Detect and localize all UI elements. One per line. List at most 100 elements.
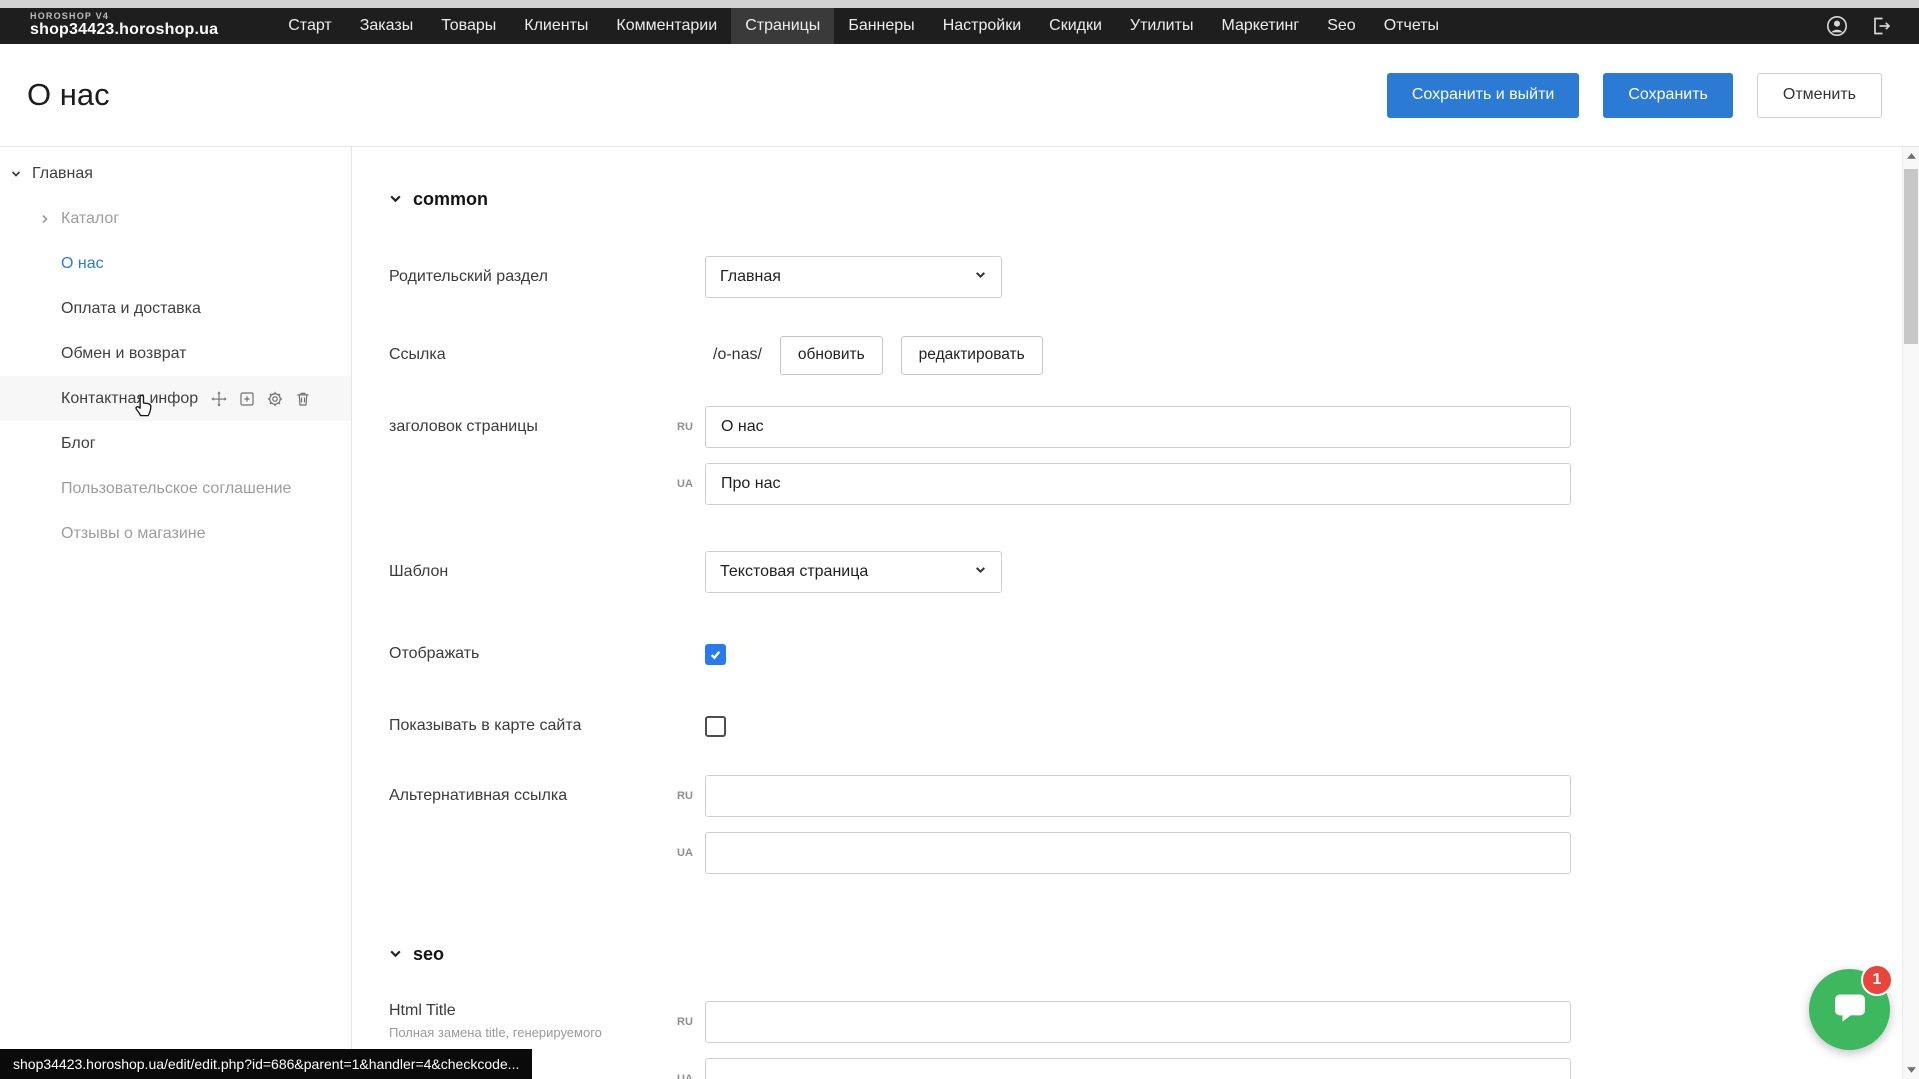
- link-label: Ссылка: [389, 346, 671, 364]
- lang-ru-badge: RU: [671, 1016, 705, 1028]
- chevron-down-icon: [974, 563, 987, 581]
- settings-icon[interactable]: [266, 390, 284, 408]
- lang-ua-badge: UA: [671, 478, 705, 490]
- link-path-value: /o-nas/: [713, 346, 762, 364]
- tree-item-actions: [210, 390, 312, 408]
- nav-item-pages[interactable]: Страницы: [731, 8, 834, 44]
- nav-item-orders[interactable]: Заказы: [346, 8, 427, 44]
- chat-widget-button[interactable]: 1: [1809, 969, 1890, 1050]
- page-title-ua-input[interactable]: [705, 463, 1571, 505]
- save-button[interactable]: Сохранить: [1603, 73, 1733, 118]
- move-icon[interactable]: [210, 390, 228, 408]
- nav-item-seo[interactable]: Seo: [1313, 8, 1369, 44]
- lang-ru-badge: RU: [671, 421, 705, 433]
- alt-link-ru-input[interactable]: [705, 775, 1571, 817]
- chevron-down-icon: [389, 944, 402, 965]
- alt-link-group: Альтернативная ссылка RU UA: [389, 775, 1919, 874]
- chevron-down-icon: [974, 268, 987, 286]
- main-menu: Старт Заказы Товары Клиенты Комментарии …: [274, 8, 1453, 44]
- page-header: О нас Сохранить и выйти Сохранить Отмени…: [0, 44, 1919, 146]
- parent-section-label: Родительский раздел: [389, 268, 671, 286]
- sidebar-item-obmen-i-vozvrat[interactable]: Обмен и возврат: [0, 331, 351, 376]
- nav-item-settings[interactable]: Настройки: [929, 8, 1035, 44]
- sitemap-checkbox[interactable]: [705, 716, 726, 737]
- app-window: HOROSHOP V4 shop34423.horoshop.ua Старт …: [0, 0, 1919, 1079]
- brand-logo[interactable]: HOROSHOP V4 shop34423.horoshop.ua: [30, 12, 218, 38]
- sidebar-item-o-nas[interactable]: О нас: [0, 241, 351, 286]
- tree-item-label: О нас: [61, 255, 104, 273]
- nav-item-discounts[interactable]: Скидки: [1035, 8, 1116, 44]
- section-title: common: [413, 189, 488, 210]
- delete-icon[interactable]: [294, 390, 312, 408]
- pages-tree-sidebar: Главная Каталог О нас Оплата и доставка …: [0, 147, 352, 1079]
- tree-item-label: Контактная инфор: [61, 390, 198, 408]
- page-edit-form: common Родительский раздел Главная Ссылк…: [352, 147, 1919, 1079]
- page-title-label: заголовок страницы: [389, 418, 671, 436]
- html-title-ru-input[interactable]: [705, 1001, 1571, 1043]
- chat-bubble-icon: [1830, 987, 1870, 1032]
- sidebar-item-glavnaya[interactable]: Главная: [0, 151, 351, 196]
- nav-item-start[interactable]: Старт: [274, 8, 345, 44]
- account-icon[interactable]: [1825, 14, 1849, 38]
- parent-section-select[interactable]: Главная: [705, 256, 1002, 298]
- html-title-ua-input[interactable]: [705, 1058, 1571, 1079]
- select-value: Текстовая страница: [720, 563, 868, 581]
- sidebar-item-blog[interactable]: Блог: [0, 421, 351, 466]
- nav-item-comments[interactable]: Комментарии: [602, 8, 731, 44]
- nav-item-products[interactable]: Товары: [427, 8, 510, 44]
- sitemap-row: Показывать в карте сайта: [389, 705, 1919, 747]
- tree-item-label: Блог: [61, 435, 96, 453]
- chevron-right-icon[interactable]: [39, 213, 61, 225]
- tree-item-label: Оплата и доставка: [61, 300, 201, 318]
- capture-edge-strip: [0, 0, 1919, 8]
- alt-link-ua-input[interactable]: [705, 832, 1571, 874]
- display-checkbox[interactable]: [705, 644, 726, 665]
- chevron-down-icon[interactable]: [10, 168, 32, 180]
- content-area: Главная Каталог О нас Оплата и доставка …: [0, 146, 1919, 1079]
- top-navigation-bar: HOROSHOP V4 shop34423.horoshop.ua Старт …: [0, 8, 1919, 44]
- nav-item-reports[interactable]: Отчеты: [1370, 8, 1453, 44]
- link-edit-button[interactable]: редактировать: [901, 336, 1043, 375]
- tree-item-label: Главная: [32, 165, 93, 183]
- lang-ru-badge: RU: [671, 790, 705, 802]
- template-label: Шаблон: [389, 563, 671, 581]
- nav-item-banners[interactable]: Баннеры: [834, 8, 928, 44]
- scrollbar-thumb[interactable]: [1904, 169, 1918, 344]
- chevron-down-icon: [389, 189, 402, 210]
- nav-item-utilities[interactable]: Утилиты: [1116, 8, 1208, 44]
- link-refresh-button[interactable]: обновить: [780, 336, 883, 375]
- vertical-scrollbar[interactable]: [1902, 147, 1919, 1079]
- sidebar-item-katalog[interactable]: Каталог: [0, 196, 351, 241]
- display-label: Отображать: [389, 645, 671, 663]
- scrollbar-up-arrow[interactable]: [1903, 147, 1919, 165]
- sidebar-item-otzyvy-o-magazine[interactable]: Отзывы о магазине: [0, 511, 351, 556]
- lang-ua-badge: UA: [671, 847, 705, 859]
- nav-item-clients[interactable]: Клиенты: [510, 8, 602, 44]
- tree-item-label: Каталог: [61, 210, 119, 228]
- nav-item-marketing[interactable]: Маркетинг: [1207, 8, 1313, 44]
- display-row: Отображать: [389, 633, 1919, 675]
- sidebar-item-polzovatelskoe-soglashenie[interactable]: Пользовательское соглашение: [0, 466, 351, 511]
- template-row: Шаблон Текстовая страница: [389, 551, 1919, 593]
- link-row: Ссылка /o-nas/ обновить редактировать: [389, 334, 1919, 376]
- section-seo-header[interactable]: seo: [389, 944, 1919, 965]
- page-title-ru-input[interactable]: [705, 406, 1571, 448]
- section-title: seo: [413, 944, 444, 965]
- scrollbar-down-arrow[interactable]: [1903, 1061, 1919, 1079]
- html-title-group: Html Title Полная замена title, генериру…: [389, 1001, 1919, 1079]
- lang-ua-badge: UA: [671, 1073, 705, 1079]
- add-icon[interactable]: [238, 390, 256, 408]
- chat-unread-badge: 1: [1861, 964, 1893, 996]
- save-and-exit-button[interactable]: Сохранить и выйти: [1387, 73, 1580, 118]
- section-common-header[interactable]: common: [389, 189, 1919, 210]
- template-select[interactable]: Текстовая страница: [705, 551, 1002, 593]
- cancel-button[interactable]: Отменить: [1757, 73, 1882, 118]
- parent-section-row: Родительский раздел Главная: [389, 256, 1919, 298]
- sidebar-item-oplata-i-dostavka[interactable]: Оплата и доставка: [0, 286, 351, 331]
- topbar-right-controls: [1825, 14, 1893, 38]
- sitemap-label: Показывать в карте сайта: [389, 717, 671, 735]
- sidebar-item-kontaktnaya-informatsiya[interactable]: Контактная инфор: [0, 376, 351, 421]
- logout-icon[interactable]: [1869, 14, 1893, 38]
- select-value: Главная: [720, 268, 781, 286]
- tree-item-label: Отзывы о магазине: [61, 525, 206, 543]
